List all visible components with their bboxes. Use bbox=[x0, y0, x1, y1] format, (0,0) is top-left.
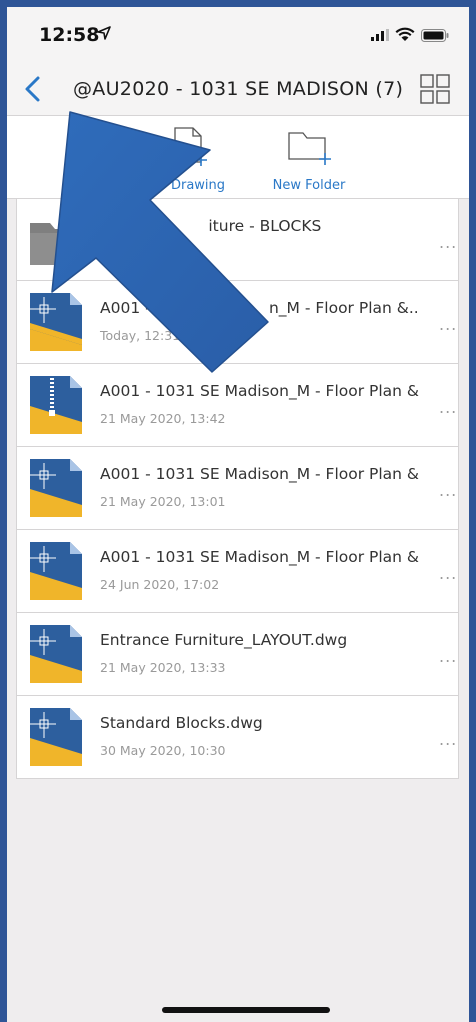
file-name: Entrance Furniture_LAYOUT.dwg bbox=[100, 631, 348, 649]
more-options-icon[interactable]: ... bbox=[439, 233, 457, 252]
new-drawing-icon[interactable] bbox=[165, 124, 209, 168]
list-item[interactable]: A001 - 10 n_M - Floor Plan &... Today, 1… bbox=[16, 281, 459, 364]
file-list: S iture - BLOCKS 2 Ju ... A001 - 10 n_M … bbox=[16, 198, 459, 779]
file-date: 21 May 2020, 13:01 bbox=[100, 494, 226, 509]
location-arrow-icon bbox=[97, 26, 111, 40]
home-indicator[interactable] bbox=[162, 1007, 330, 1013]
folder-icon bbox=[30, 223, 82, 265]
dwg-file-icon bbox=[30, 293, 82, 351]
more-options-icon[interactable]: ... bbox=[439, 564, 457, 583]
file-name: A001 - 1031 SE Madison_M - Floor Plan &.… bbox=[100, 465, 420, 483]
more-options-icon[interactable]: ... bbox=[439, 398, 457, 417]
file-date: 24 Jun 2020, 17:02 bbox=[100, 577, 220, 592]
more-options-icon[interactable]: ... bbox=[439, 315, 457, 334]
list-item[interactable]: A001 - 1031 SE Madison_M - Floor Plan &.… bbox=[16, 447, 459, 530]
new-folder-button[interactable]: New Folder bbox=[249, 178, 369, 193]
file-name: A001 - 1031 SE Madison_M - Floor Plan &.… bbox=[100, 382, 420, 400]
file-date: 21 May 2020, 13:33 bbox=[100, 660, 226, 675]
new-folder-icon[interactable] bbox=[287, 129, 335, 169]
list-item[interactable]: Entrance Furniture_LAYOUT.dwg 21 May 202… bbox=[16, 613, 459, 696]
list-item[interactable]: A001 - 1031 SE Madison_M - Floor Plan &.… bbox=[16, 530, 459, 613]
dwg-file-icon bbox=[30, 625, 82, 683]
file-date: 30 May 2020, 10:30 bbox=[100, 743, 226, 758]
grid-view-icon[interactable] bbox=[420, 74, 450, 104]
file-name: A001 - 1031 SE Madison_M - Floor Plan &.… bbox=[100, 548, 420, 566]
phone-screen: 12:58 @AU2020 - 1031 SE MADISON (7) Draw… bbox=[7, 7, 469, 1022]
more-options-icon[interactable]: ... bbox=[439, 481, 457, 500]
dwg-zip-icon bbox=[30, 376, 82, 434]
new-drawing-button[interactable]: Drawing bbox=[128, 178, 268, 193]
file-date: Today, 12:31 bbox=[100, 328, 181, 343]
status-bar: 12:58 bbox=[7, 7, 469, 63]
list-item[interactable]: S iture - BLOCKS 2 Ju ... bbox=[16, 198, 459, 281]
battery-icon bbox=[421, 29, 449, 42]
file-name: A001 - 10 n_M - Floor Plan &... bbox=[100, 299, 420, 317]
signal-icon bbox=[371, 29, 389, 41]
file-date: 21 May 2020, 13:42 bbox=[100, 411, 226, 426]
more-options-icon[interactable]: ... bbox=[439, 647, 457, 666]
dwg-file-icon bbox=[30, 459, 82, 517]
page-title: @AU2020 - 1031 SE MADISON (7) bbox=[73, 78, 404, 100]
status-time: 12:58 bbox=[39, 24, 100, 46]
file-name: Standard Blocks.dwg bbox=[100, 714, 263, 732]
navigation-bar: @AU2020 - 1031 SE MADISON (7) bbox=[7, 63, 469, 116]
more-options-icon[interactable]: ... bbox=[439, 730, 457, 749]
file-name: S iture - BLOCKS bbox=[100, 217, 322, 235]
list-item[interactable]: A001 - 1031 SE Madison_M - Floor Plan &.… bbox=[16, 364, 459, 447]
dwg-file-icon bbox=[30, 542, 82, 600]
file-date: 2 Ju bbox=[100, 246, 124, 261]
dwg-file-icon bbox=[30, 708, 82, 766]
list-item[interactable]: Standard Blocks.dwg 30 May 2020, 10:30 .… bbox=[16, 696, 459, 779]
wifi-icon bbox=[395, 27, 415, 41]
back-chevron-icon[interactable] bbox=[23, 75, 43, 103]
action-toolbar: Drawing New Folder bbox=[7, 116, 469, 199]
